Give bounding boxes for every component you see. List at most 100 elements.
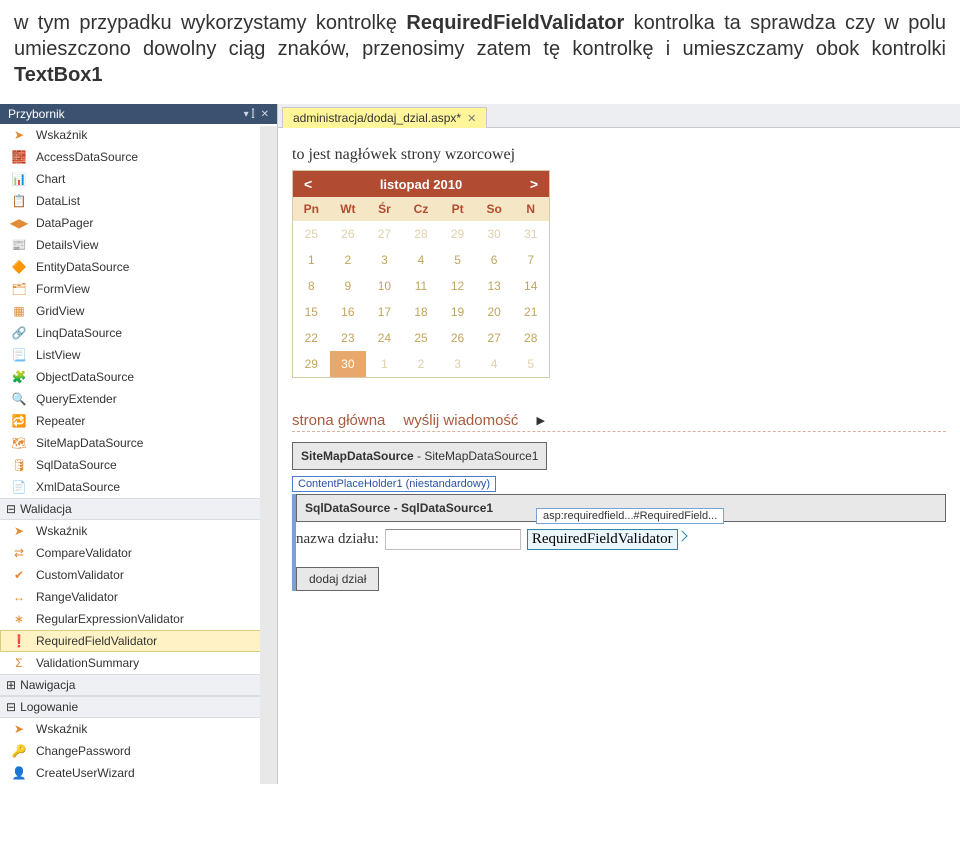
calendar-cell[interactable]: 3 [366, 247, 403, 273]
toolbox-item-objectdatasource[interactable]: 🧩ObjectDataSource [0, 366, 277, 388]
calendar-cell[interactable]: 26 [330, 221, 367, 247]
calendar-cell[interactable]: 3 [439, 351, 476, 377]
content-placeholder-tag[interactable]: ContentPlaceHolder1 (niestandardowy) [292, 476, 496, 492]
toolbox-item-queryextender[interactable]: 🔍QueryExtender [0, 388, 277, 410]
calendar-cell[interactable]: 13 [476, 273, 513, 299]
toolbox-item-xmldatasource[interactable]: 📄XmlDataSource [0, 476, 277, 498]
link-send-message[interactable]: wyślij wiadomość [403, 412, 518, 429]
calendar-next-icon[interactable]: > [524, 176, 544, 192]
calendar-cell[interactable]: 5 [512, 351, 549, 377]
calendar-cell[interactable]: 29 [439, 221, 476, 247]
calendar-cell[interactable]: 6 [476, 247, 513, 273]
calendar-cell[interactable]: 30 [330, 351, 367, 377]
toolbox-item-icon: 📰 [10, 237, 28, 253]
toolbox-item-formview[interactable]: 🗂FormView [0, 278, 277, 300]
calendar-cell[interactable]: 31 [512, 221, 549, 247]
sitemap-datasource-control[interactable]: SiteMapDataSource - SiteMapDataSource1 [292, 442, 547, 470]
toolbox-item-customvalidator[interactable]: ✔CustomValidator [0, 564, 277, 586]
calendar-day-header: Cz [403, 197, 440, 221]
calendar-cell[interactable]: 4 [476, 351, 513, 377]
calendar-cell[interactable]: 27 [366, 221, 403, 247]
calendar-cell[interactable]: 26 [439, 325, 476, 351]
toolbox-item-icon: ↔ [10, 589, 28, 605]
toolbox-item-requiredfieldvalidator[interactable]: ❗RequiredFieldValidator [0, 630, 277, 652]
toolbox-category-nav[interactable]: ⊞ Nawigacja [0, 674, 277, 696]
calendar-cell[interactable]: 20 [476, 299, 513, 325]
master-header-text: to jest nagłówek strony wzorcowej [292, 146, 946, 164]
calendar-cell[interactable]: 10 [366, 273, 403, 299]
calendar-prev-icon[interactable]: < [298, 176, 318, 192]
tab-close-icon[interactable]: ✕ [467, 112, 476, 125]
toolbox-item-accessdatasource[interactable]: 🧱AccessDataSource [0, 146, 277, 168]
toolbox-scrollbar[interactable] [260, 126, 277, 784]
intro-paragraph: w tym przypadku wykorzystamy kontrolkę R… [0, 0, 960, 98]
toolbox-item-datapager[interactable]: ◀▶DataPager [0, 212, 277, 234]
intro-text-1: w tym przypadku wykorzystamy kontrolkę [14, 12, 406, 34]
toolbox-item-wskaźnik[interactable]: ➤Wskaźnik [0, 124, 277, 146]
calendar-day-header: N [512, 197, 549, 221]
toolbox-item-repeater[interactable]: 🔁Repeater [0, 410, 277, 432]
calendar-cell[interactable]: 2 [330, 247, 367, 273]
textbox1-input[interactable] [385, 529, 521, 550]
calendar-cell[interactable]: 9 [330, 273, 367, 299]
calendar-cell[interactable]: 18 [403, 299, 440, 325]
submit-button[interactable]: dodaj dział [296, 567, 379, 591]
calendar-cell[interactable]: 27 [476, 325, 513, 351]
document-tab[interactable]: administracja/dodaj_dzial.aspx* ✕ [282, 107, 487, 128]
collapse-icon: ⊟ [6, 700, 16, 714]
calendar-cell[interactable]: 1 [293, 247, 330, 273]
link-home[interactable]: strona główna [292, 412, 385, 429]
calendar-cell[interactable]: 29 [293, 351, 330, 377]
toolbox-item-validationsummary[interactable]: ΣValidationSummary [0, 652, 277, 674]
toolbox-item-rangevalidator[interactable]: ↔RangeValidator [0, 586, 277, 608]
calendar-cell[interactable]: 17 [366, 299, 403, 325]
pin-icon[interactable]: ▾ ⫿ [244, 109, 255, 120]
toolbox-item-label: SiteMapDataSource [36, 436, 143, 450]
toolbox-item-comparevalidator[interactable]: ⇄CompareValidator [0, 542, 277, 564]
close-icon[interactable]: ✕ [261, 109, 269, 120]
selected-control-chip[interactable]: asp:requiredfield...#RequiredField... [536, 508, 724, 524]
toolbox-item-label: RequiredFieldValidator [36, 634, 157, 648]
toolbox-item-regularexpressionvalidator[interactable]: ∗RegularExpressionValidator [0, 608, 277, 630]
toolbox-item-datalist[interactable]: 📋DataList [0, 190, 277, 212]
calendar-cell[interactable]: 22 [293, 325, 330, 351]
calendar-cell[interactable]: 28 [403, 221, 440, 247]
calendar-cell[interactable]: 7 [512, 247, 549, 273]
calendar-cell[interactable]: 16 [330, 299, 367, 325]
calendar-cell[interactable]: 1 [366, 351, 403, 377]
toolbox-group-data: ➤Wskaźnik🧱AccessDataSource📊Chart📋DataLis… [0, 124, 277, 498]
required-field-validator-control[interactable]: RequiredFieldValidator [527, 529, 678, 550]
toolbox-item-chart[interactable]: 📊Chart [0, 168, 277, 190]
toolbox-item-detailsview[interactable]: 📰DetailsView [0, 234, 277, 256]
calendar-cell[interactable]: 19 [439, 299, 476, 325]
toolbox-item-createuserwizard[interactable]: 👤CreateUserWizard [0, 762, 277, 784]
toolbox-item-label: ListView [36, 348, 80, 362]
calendar-cell[interactable]: 11 [403, 273, 440, 299]
calendar-cell[interactable]: 8 [293, 273, 330, 299]
toolbox-item-wskaźnik[interactable]: ➤Wskaźnik [0, 718, 277, 740]
calendar-cell[interactable]: 14 [512, 273, 549, 299]
toolbox-item-sqldatasource[interactable]: 🛢SqlDataSource [0, 454, 277, 476]
calendar-cell[interactable]: 12 [439, 273, 476, 299]
calendar-cell[interactable]: 15 [293, 299, 330, 325]
calendar-cell[interactable]: 4 [403, 247, 440, 273]
calendar-cell[interactable]: 30 [476, 221, 513, 247]
toolbox-item-entitydatasource[interactable]: 🔶EntityDataSource [0, 256, 277, 278]
calendar-cell[interactable]: 28 [512, 325, 549, 351]
calendar-cell[interactable]: 25 [403, 325, 440, 351]
toolbox-category-login[interactable]: ⊟ Logowanie [0, 696, 277, 718]
toolbox-item-listview[interactable]: 📃ListView [0, 344, 277, 366]
calendar-cell[interactable]: 2 [403, 351, 440, 377]
calendar-cell[interactable]: 5 [439, 247, 476, 273]
toolbox-item-wskaźnik[interactable]: ➤Wskaźnik [0, 520, 277, 542]
toolbox-item-gridview[interactable]: ▦GridView [0, 300, 277, 322]
toolbox-item-linqdatasource[interactable]: 🔗LinqDataSource [0, 322, 277, 344]
sitemap-links: strona główna wyślij wiadomość ▶ [292, 412, 946, 432]
calendar-cell[interactable]: 21 [512, 299, 549, 325]
toolbox-item-changepassword[interactable]: 🔑ChangePassword [0, 740, 277, 762]
calendar-cell[interactable]: 24 [366, 325, 403, 351]
toolbox-item-sitemapdatasource[interactable]: 🗺SiteMapDataSource [0, 432, 277, 454]
calendar-cell[interactable]: 25 [293, 221, 330, 247]
calendar-cell[interactable]: 23 [330, 325, 367, 351]
toolbox-category-validation[interactable]: ⊟ Walidacja [0, 498, 277, 520]
